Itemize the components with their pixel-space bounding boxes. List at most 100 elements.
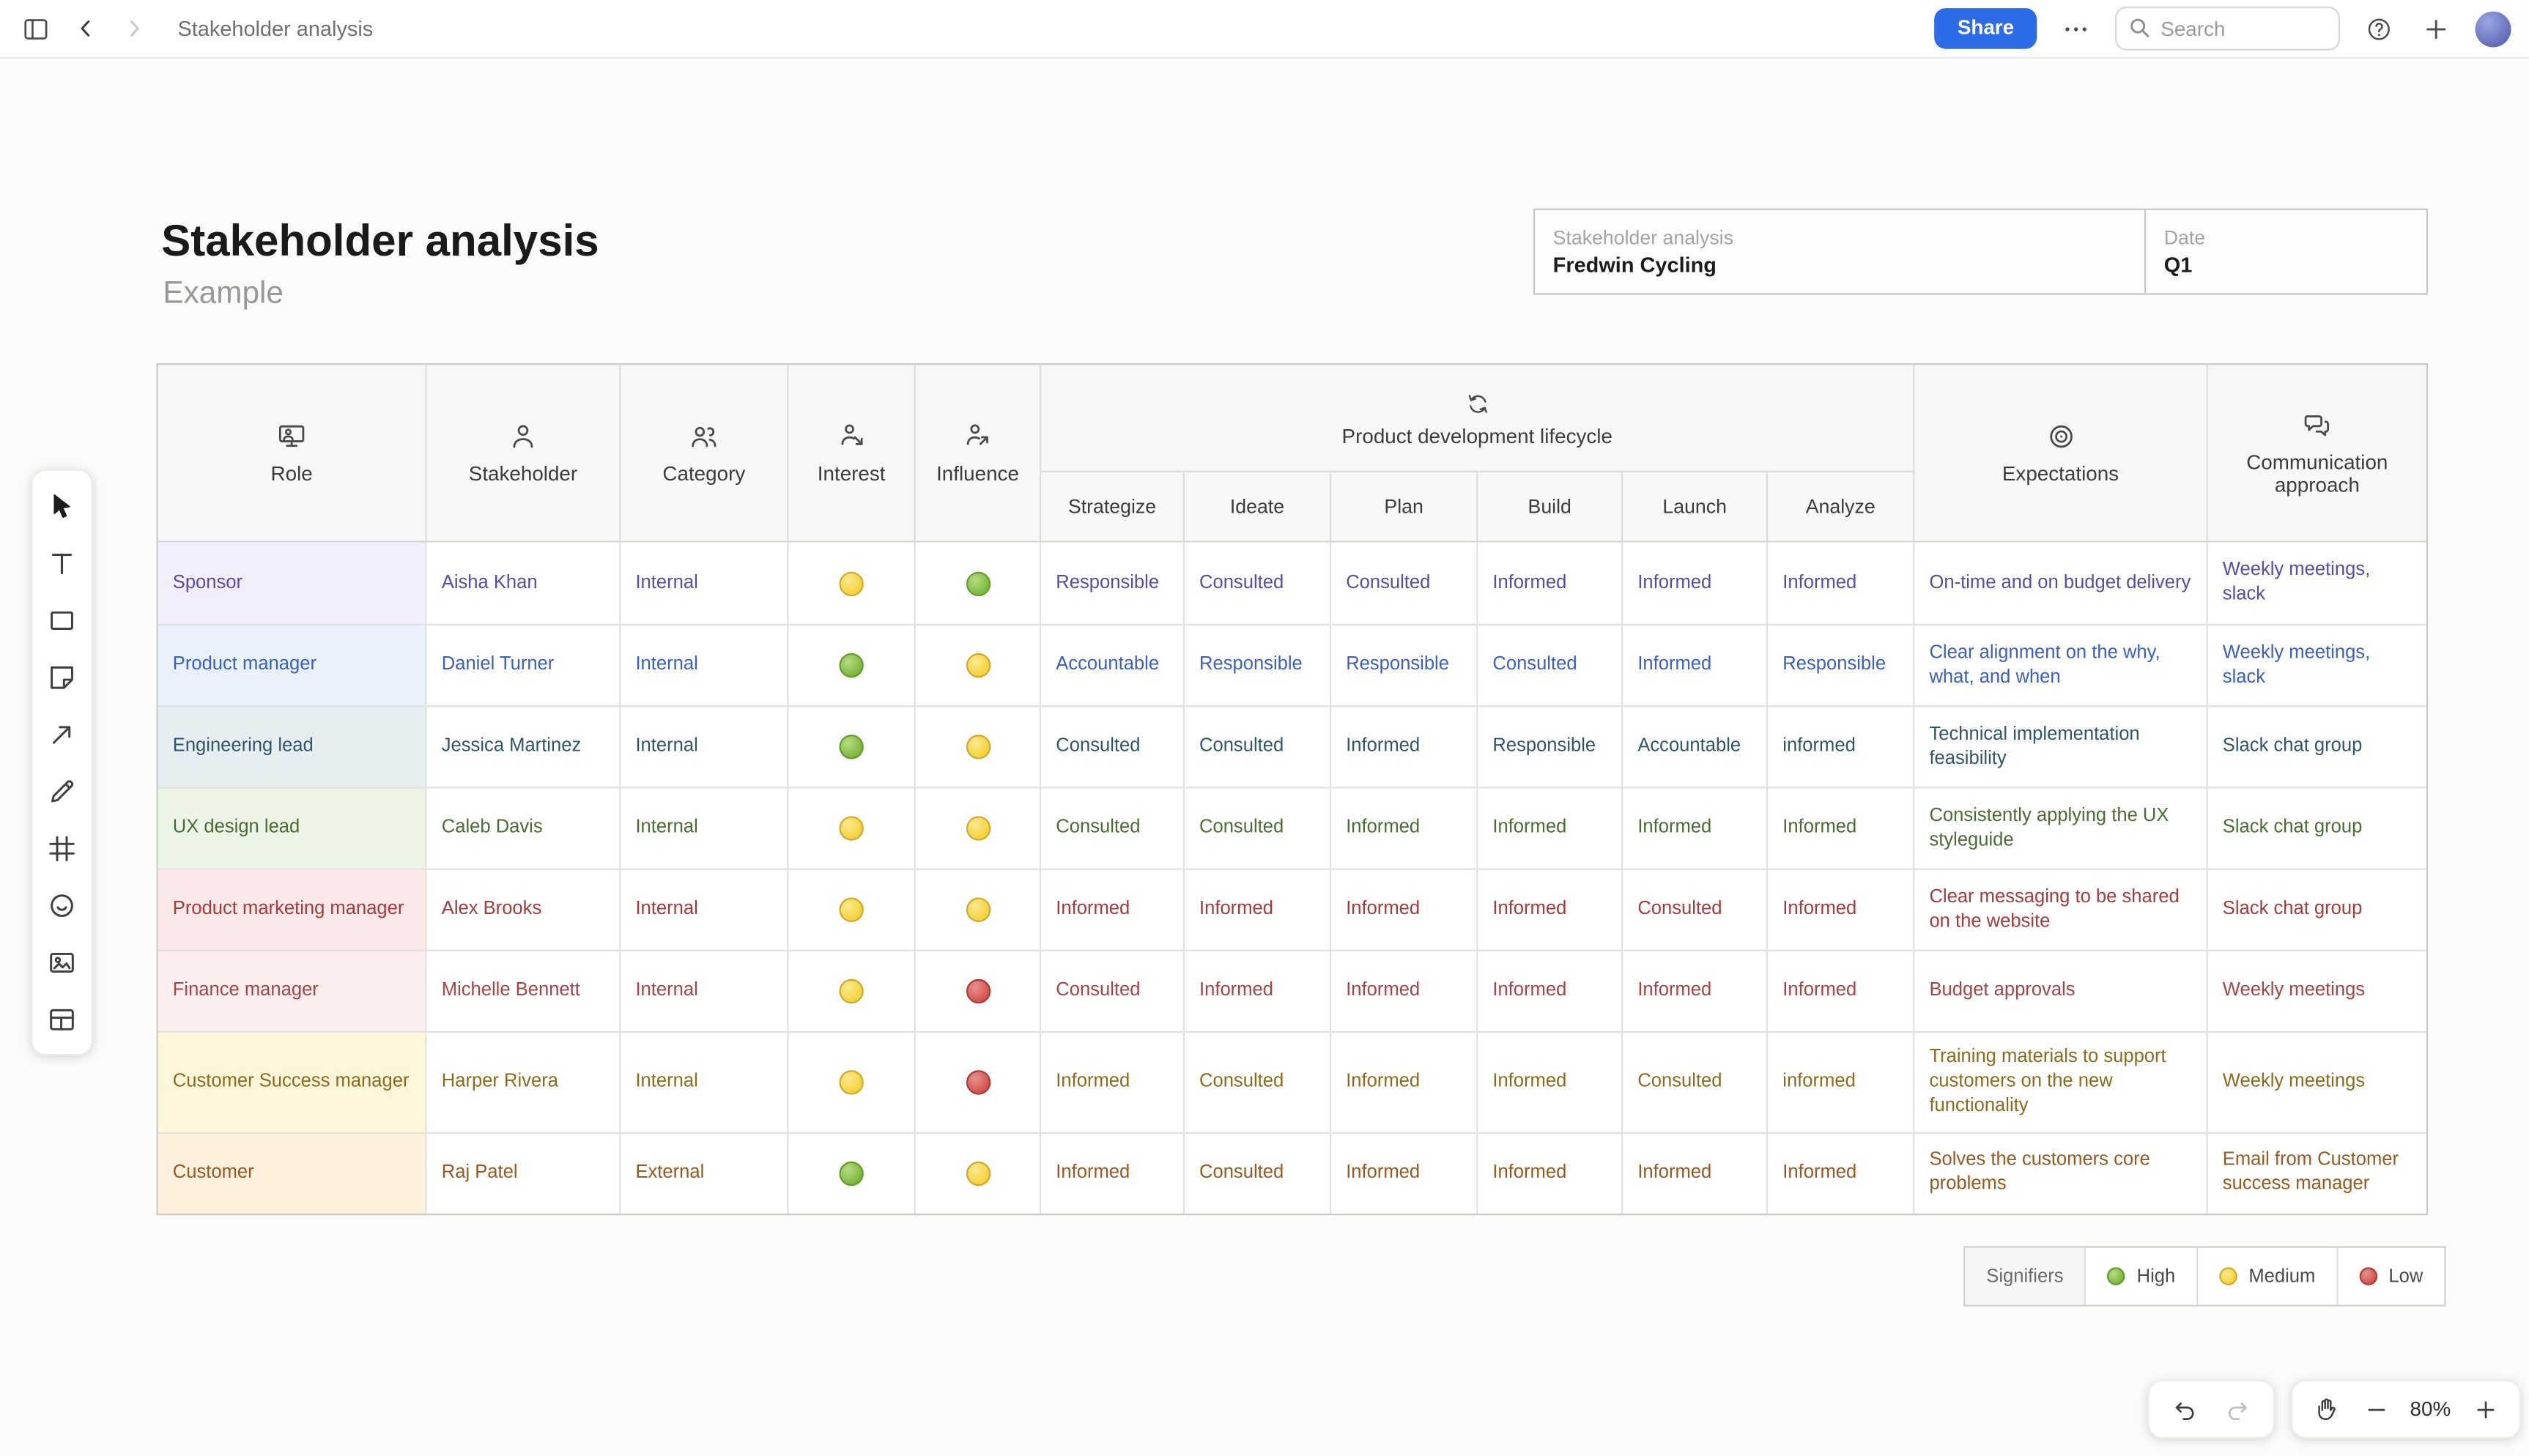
stakeholder-cell[interactable]: Michelle Bennett (427, 950, 621, 1031)
stakeholder-cell[interactable]: Aisha Khan (427, 543, 621, 624)
influence-signifier-dot[interactable] (966, 1161, 990, 1185)
raci-cell-build[interactable]: Responsible (1478, 705, 1623, 787)
column-header-role[interactable]: Role (158, 365, 427, 541)
raci-cell-ideate[interactable]: Consulted (1185, 1132, 1331, 1213)
whiteboard-canvas[interactable]: Stakeholder analysis Share Stakeholder a… (0, 0, 2529, 1456)
forward-button[interactable] (117, 12, 152, 46)
raci-cell-build[interactable]: Informed (1478, 787, 1623, 868)
raci-cell-strategize[interactable]: Consulted (1041, 950, 1185, 1031)
category-cell[interactable]: Internal (621, 1031, 788, 1132)
column-header-launch[interactable]: Launch (1623, 472, 1768, 541)
signifiers-legend[interactable]: Signifiers High Medium Low (1963, 1247, 2445, 1307)
expectations-cell[interactable]: Budget approvals (1914, 950, 2207, 1031)
influence-cell[interactable] (916, 868, 1041, 949)
raci-cell-plan[interactable]: Informed (1331, 950, 1478, 1031)
pen-tool-button[interactable] (34, 762, 90, 820)
back-button[interactable] (68, 12, 103, 46)
influence-signifier-dot[interactable] (966, 816, 990, 840)
category-cell[interactable]: Internal (621, 950, 788, 1031)
influence-signifier-dot[interactable] (966, 1070, 990, 1094)
column-header-influence[interactable]: Influence (916, 365, 1041, 541)
interest-cell[interactable] (789, 705, 916, 787)
raci-cell-plan[interactable]: Informed (1331, 1132, 1478, 1213)
info-field-date[interactable]: Date Q1 (2146, 210, 2426, 293)
influence-cell[interactable] (916, 705, 1041, 787)
raci-cell-strategize[interactable]: Accountable (1041, 624, 1185, 705)
interest-signifier-dot[interactable] (839, 1161, 863, 1185)
influence-signifier-dot[interactable] (966, 979, 990, 1003)
column-header-category[interactable]: Category (621, 365, 788, 541)
interest-signifier-dot[interactable] (839, 816, 863, 840)
column-header-analyze[interactable]: Analyze (1768, 472, 1914, 541)
raci-cell-strategize[interactable]: Responsible (1041, 543, 1185, 624)
text-tool-button[interactable] (34, 535, 90, 592)
select-tool-button[interactable] (34, 478, 90, 535)
raci-cell-analyze[interactable]: Informed (1768, 950, 1914, 1031)
expectations-cell[interactable]: Technical implementation feasibility (1914, 705, 2207, 787)
raci-cell-analyze[interactable]: Informed (1768, 1132, 1914, 1213)
influence-cell[interactable] (916, 787, 1041, 868)
raci-cell-analyze[interactable]: Informed (1768, 868, 1914, 949)
column-header-plan[interactable]: Plan (1331, 472, 1478, 541)
raci-cell-strategize[interactable]: Informed (1041, 1132, 1185, 1213)
raci-cell-strategize[interactable]: Consulted (1041, 705, 1185, 787)
column-header-strategize[interactable]: Strategize (1041, 472, 1185, 541)
expectations-cell[interactable]: Clear messaging to be shared on the webs… (1914, 868, 2207, 949)
category-cell[interactable]: Internal (621, 543, 788, 624)
column-group-lifecycle[interactable]: Product development lifecycle (1041, 365, 1914, 472)
raci-cell-build[interactable]: Informed (1478, 868, 1623, 949)
raci-cell-build[interactable]: Informed (1478, 543, 1623, 624)
raci-cell-launch[interactable]: Consulted (1623, 868, 1768, 949)
sidebar-toggle-button[interactable] (18, 10, 53, 46)
raci-cell-ideate[interactable]: Responsible (1185, 624, 1331, 705)
shape-tool-button[interactable] (34, 591, 90, 648)
communication-cell[interactable]: Weekly meetings, slack (2208, 543, 2426, 624)
expectations-cell[interactable]: Training materials to support customers … (1914, 1031, 2207, 1132)
category-cell[interactable]: Internal (621, 705, 788, 787)
column-header-interest[interactable]: Interest (789, 365, 916, 541)
zoom-in-button[interactable] (2463, 1386, 2507, 1432)
role-cell[interactable]: Sponsor (158, 543, 427, 624)
interest-signifier-dot[interactable] (839, 898, 863, 922)
raci-cell-plan[interactable]: Consulted (1331, 543, 1478, 624)
raci-cell-ideate[interactable]: Informed (1185, 868, 1331, 949)
raci-cell-ideate[interactable]: Informed (1185, 950, 1331, 1031)
interest-cell[interactable] (789, 543, 916, 624)
expectations-cell[interactable]: Consistently applying the UX styleguide (1914, 787, 2207, 868)
communication-cell[interactable]: Slack chat group (2208, 868, 2426, 949)
zoom-out-button[interactable] (2354, 1386, 2398, 1432)
influence-signifier-dot[interactable] (966, 898, 990, 922)
raci-cell-analyze[interactable]: Informed (1768, 787, 1914, 868)
stakeholder-cell[interactable]: Alex Brooks (427, 868, 621, 949)
column-header-build[interactable]: Build (1478, 472, 1623, 541)
undo-button[interactable] (2164, 1386, 2208, 1432)
interest-signifier-dot[interactable] (839, 653, 863, 677)
stakeholder-cell[interactable]: Daniel Turner (427, 624, 621, 705)
raci-cell-ideate[interactable]: Consulted (1185, 787, 1331, 868)
raci-cell-plan[interactable]: Informed (1331, 1031, 1478, 1132)
raci-cell-strategize[interactable]: Informed (1041, 1031, 1185, 1132)
layout-tool-button[interactable] (34, 990, 90, 1047)
interest-signifier-dot[interactable] (839, 979, 863, 1003)
redo-button[interactable] (2215, 1386, 2259, 1432)
raci-cell-analyze[interactable]: Responsible (1768, 624, 1914, 705)
role-cell[interactable]: Customer Success manager (158, 1031, 427, 1132)
raci-cell-plan[interactable]: Informed (1331, 868, 1478, 949)
communication-cell[interactable]: Weekly meetings (2208, 950, 2426, 1031)
category-cell[interactable]: Internal (621, 868, 788, 949)
interest-cell[interactable] (789, 1132, 916, 1213)
raci-cell-analyze[interactable]: informed (1768, 705, 1914, 787)
stakeholder-cell[interactable]: Jessica Martinez (427, 705, 621, 787)
raci-cell-analyze[interactable]: Informed (1768, 543, 1914, 624)
raci-cell-ideate[interactable]: Consulted (1185, 543, 1331, 624)
raci-cell-build[interactable]: Consulted (1478, 624, 1623, 705)
influence-cell[interactable] (916, 1031, 1041, 1132)
interest-signifier-dot[interactable] (839, 735, 863, 759)
role-cell[interactable]: Engineering lead (158, 705, 427, 787)
interest-cell[interactable] (789, 868, 916, 949)
raci-cell-build[interactable]: Informed (1478, 950, 1623, 1031)
column-header-ideate[interactable]: Ideate (1185, 472, 1331, 541)
stakeholder-cell[interactable]: Harper Rivera (427, 1031, 621, 1132)
raci-cell-launch[interactable]: Informed (1623, 624, 1768, 705)
raci-cell-plan[interactable]: Informed (1331, 787, 1478, 868)
